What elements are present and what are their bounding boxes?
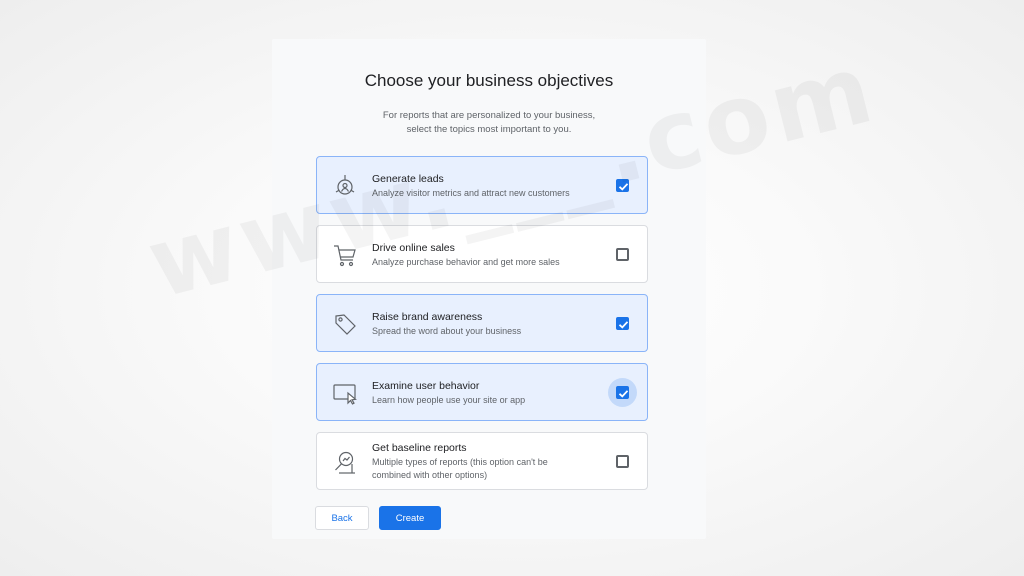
subtitle-line-1: For reports that are personalized to you… [382, 110, 596, 121]
checkbox-generate-leads[interactable] [616, 179, 629, 192]
option-description: Learn how people use your site or app [372, 395, 526, 405]
option-get-baseline-reports[interactable]: Get baseline reports Multiple types of r… [316, 432, 648, 490]
back-button[interactable]: Back [315, 506, 369, 530]
option-description: Analyze purchase behavior and get more s… [372, 257, 560, 267]
option-title: Drive online sales [372, 242, 455, 254]
checkbox-examine-user-behavior[interactable] [616, 386, 629, 399]
checkbox-drive-online-sales[interactable] [616, 248, 629, 261]
tag-icon [331, 310, 359, 338]
option-description: Spread the word about your business [372, 326, 522, 336]
option-title: Examine user behavior [372, 380, 480, 392]
target-person-icon [331, 172, 359, 200]
magnifier-report-icon [331, 448, 359, 476]
checkbox-raise-brand-awareness[interactable] [616, 317, 629, 330]
dialog-subtitle: For reports that are personalized to you… [332, 109, 646, 137]
option-drive-online-sales[interactable]: Drive online sales Analyze purchase beha… [316, 225, 648, 283]
option-raise-brand-awareness[interactable]: Raise brand awareness Spread the word ab… [316, 294, 648, 352]
dialog-title: Choose your business objectives [364, 71, 614, 90]
option-description: Analyze visitor metrics and attract new … [372, 188, 570, 198]
create-button[interactable]: Create [379, 506, 441, 530]
cursor-on-screen-icon [331, 379, 359, 407]
option-description: Multiple types of reports (this option c… [372, 457, 548, 480]
option-examine-user-behavior[interactable]: Examine user behavior Learn how people u… [316, 363, 648, 421]
checkbox-get-baseline-reports[interactable] [616, 455, 629, 468]
shopping-cart-icon [331, 241, 359, 269]
option-generate-leads[interactable]: Generate leads Analyze visitor metrics a… [316, 156, 648, 214]
subtitle-line-2: select the topics most important to you. [406, 124, 572, 135]
option-title: Get baseline reports [372, 442, 467, 454]
objectives-dialog: Choose your business objectives For repo… [272, 39, 706, 539]
option-title: Raise brand awareness [372, 311, 483, 323]
option-title: Generate leads [372, 173, 444, 185]
